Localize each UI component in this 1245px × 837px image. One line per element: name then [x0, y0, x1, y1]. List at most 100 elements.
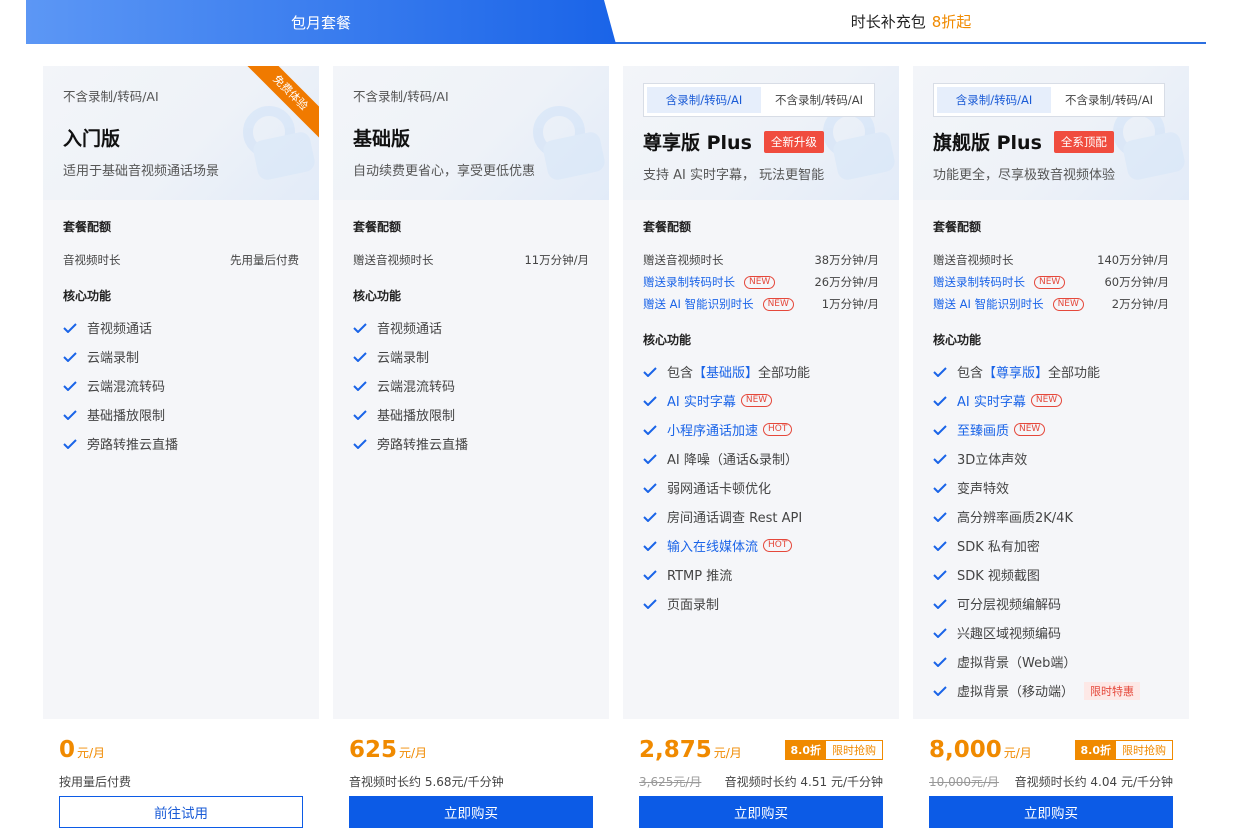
quota-value: 先用量后付费: [230, 253, 299, 267]
feature-link[interactable]: 输入在线媒体流: [667, 536, 758, 555]
feature-link[interactable]: 小程序通话加速: [667, 420, 758, 439]
features-title: 核心功能: [933, 333, 982, 347]
buy-now-button[interactable]: 立即购买: [639, 796, 883, 828]
price-panel: 0 元/月 按用量后付费 前往试用: [43, 719, 319, 837]
plan-title: 基础版: [353, 124, 589, 151]
buy-now-button[interactable]: 立即购买: [349, 796, 593, 828]
feature-text: 兴趣区域视频编码: [957, 627, 1062, 642]
price-value: 0: [59, 737, 76, 763]
price-amount: 0 元/月: [59, 737, 105, 763]
plan-card-flagship-plus: 含录制/转码/AI 不含录制/转码/AI 旗舰版 Plus 全系顶配 功能更全，…: [913, 66, 1189, 837]
feature-item: 弱网通话卡顿优化: [643, 473, 879, 502]
feature-item: SDK 私有加密: [933, 531, 1169, 560]
check-icon: [933, 598, 947, 609]
price-unit: 元/月: [1003, 746, 1032, 760]
feature-highlight-link[interactable]: 【尊享版】: [983, 366, 1048, 381]
feature-text: 可分层视频编解码: [957, 598, 1062, 613]
check-icon: [353, 438, 367, 449]
plan-title: 旗舰版 Plus 全系顶配: [933, 128, 1169, 155]
discount-label: 限时抢购: [1122, 744, 1166, 757]
check-icon: [933, 685, 947, 696]
toggle-without-recording[interactable]: 不含录制/转码/AI: [1054, 84, 1164, 116]
feature-item: 音视频通话: [63, 313, 299, 342]
check-icon: [933, 511, 947, 522]
feature-text-pre: 包含: [957, 366, 984, 381]
toggle-with-recording[interactable]: 含录制/转码/AI: [647, 87, 761, 113]
new-tag: NEW: [1034, 275, 1066, 289]
check-icon: [353, 351, 367, 362]
tab-addon-discount: 8折起: [931, 12, 972, 31]
feature-item: 旁路转推云直播: [63, 429, 299, 458]
card-body: 套餐配额 赠送音视频时长 11万分钟/月 核心功能 音视频通话 云端录制 云端混…: [333, 200, 609, 458]
tab-addon[interactable]: 时长补充包 8折起: [616, 0, 1206, 42]
feature-highlight-link[interactable]: 【基础版】: [693, 366, 758, 381]
check-icon: [933, 395, 947, 406]
quota-label-text: 赠送 AI 智能识别时长: [933, 297, 1044, 311]
feature-link[interactable]: AI 实时字幕: [957, 391, 1026, 410]
check-icon: [933, 366, 947, 377]
plan-card-basic: 不含录制/转码/AI 基础版 自动续费更省心，享受更低优惠 套餐配额 赠送音视频…: [333, 66, 609, 837]
limited-offer-tag: 限时特惠: [1084, 681, 1141, 700]
tab-monthly[interactable]: 包月套餐: [26, 0, 616, 44]
feature-link[interactable]: AI 实时字幕: [667, 391, 736, 410]
feature-item: AI 实时字幕 NEW: [933, 386, 1169, 415]
try-now-button[interactable]: 前往试用: [59, 796, 303, 828]
buy-now-button[interactable]: 立即购买: [929, 796, 1173, 828]
price-row: 625 元/月: [349, 737, 593, 763]
price-amount: 625 元/月: [349, 737, 427, 763]
feature-text: 云端混流转码: [87, 380, 166, 395]
price-subtext-row: 10,000元/月 音视频时长约 4.04 元/千分钟: [929, 773, 1173, 790]
plan-description: 自动续费更省心，享受更低优惠: [353, 164, 536, 179]
check-icon: [643, 395, 657, 406]
toggle-without-recording[interactable]: 不含录制/转码/AI: [764, 84, 874, 116]
quota-label-link[interactable]: 赠送录制转码时长 NEW: [933, 274, 1066, 290]
feature-item: 兴趣区域视频编码: [933, 618, 1169, 647]
check-icon: [643, 482, 657, 493]
quota-label-link[interactable]: 赠送录制转码时长 NEW: [643, 274, 776, 290]
quota-title: 套餐配额: [643, 220, 692, 234]
check-icon: [933, 540, 947, 551]
price-unit: 元/月: [399, 746, 428, 760]
feature-item: 变声特效: [933, 473, 1169, 502]
price-subtext-row: 按用量后付费: [59, 773, 303, 790]
card-body: 套餐配额 音视频时长 先用量后付费 核心功能 音视频通话 云端录制 云端混流转码…: [43, 200, 319, 458]
top-config-badge: 全系顶配: [1053, 130, 1114, 153]
quota-title: 套餐配额: [63, 220, 112, 234]
price-amount: 8,000 元/月: [929, 737, 1032, 763]
feature-text: 虚拟背景（移动端）: [957, 685, 1075, 700]
feature-text: SDK 视频截图: [957, 569, 1040, 584]
feature-text: 云端录制: [87, 351, 140, 366]
feature-text: 旁路转推云直播: [377, 438, 469, 453]
check-icon: [643, 511, 657, 522]
quota-title: 套餐配额: [353, 220, 402, 234]
feature-text: AI 降噪（通话&录制）: [667, 453, 798, 468]
quota-row: 音视频时长 先用量后付费: [63, 249, 299, 271]
recording-toggle: 含录制/转码/AI 不含录制/转码/AI: [933, 83, 1165, 117]
feature-text: 云端录制: [377, 351, 430, 366]
quota-label-text: 赠送录制转码时长: [643, 275, 735, 289]
feature-item: 3D立体声效: [933, 444, 1169, 473]
toggle-with-recording[interactable]: 含录制/转码/AI: [937, 87, 1051, 113]
feature-link[interactable]: 至臻画质: [957, 420, 1009, 439]
quota-label: 赠送音视频时长: [643, 253, 724, 267]
price-panel: 2,875 元/月 8.0折 限时抢购 3,625元/月 音视频时长约 4.51 元…: [623, 719, 899, 837]
original-price: 10,000元/月: [929, 775, 1000, 789]
quota-label: 赠送音视频时长: [933, 253, 1014, 267]
feature-text: RTMP 推流: [667, 569, 733, 584]
price-value: 625: [349, 737, 398, 763]
quota-label-link[interactable]: 赠送 AI 智能识别时长 NEW: [933, 296, 1084, 312]
price-amount: 2,875 元/月: [639, 737, 742, 763]
feature-item: 基础播放限制: [353, 400, 589, 429]
check-icon: [353, 322, 367, 333]
hot-tag: HOT: [763, 539, 793, 552]
feature-item: 云端录制: [63, 342, 299, 371]
new-tag: NEW: [1014, 423, 1046, 436]
feature-text: 基础播放限制: [87, 409, 166, 424]
quota-label-link[interactable]: 赠送 AI 智能识别时长 NEW: [643, 296, 794, 312]
feature-item: 输入在线媒体流 HOT: [643, 531, 879, 560]
quota-label-text: 赠送录制转码时长: [933, 275, 1025, 289]
feature-item: 云端混流转码: [63, 371, 299, 400]
quota-value: 38万分钟/月: [814, 253, 879, 267]
recording-toggle: 含录制/转码/AI 不含录制/转码/AI: [643, 83, 875, 117]
feature-item: 房间通话调查 Rest API: [643, 502, 879, 531]
